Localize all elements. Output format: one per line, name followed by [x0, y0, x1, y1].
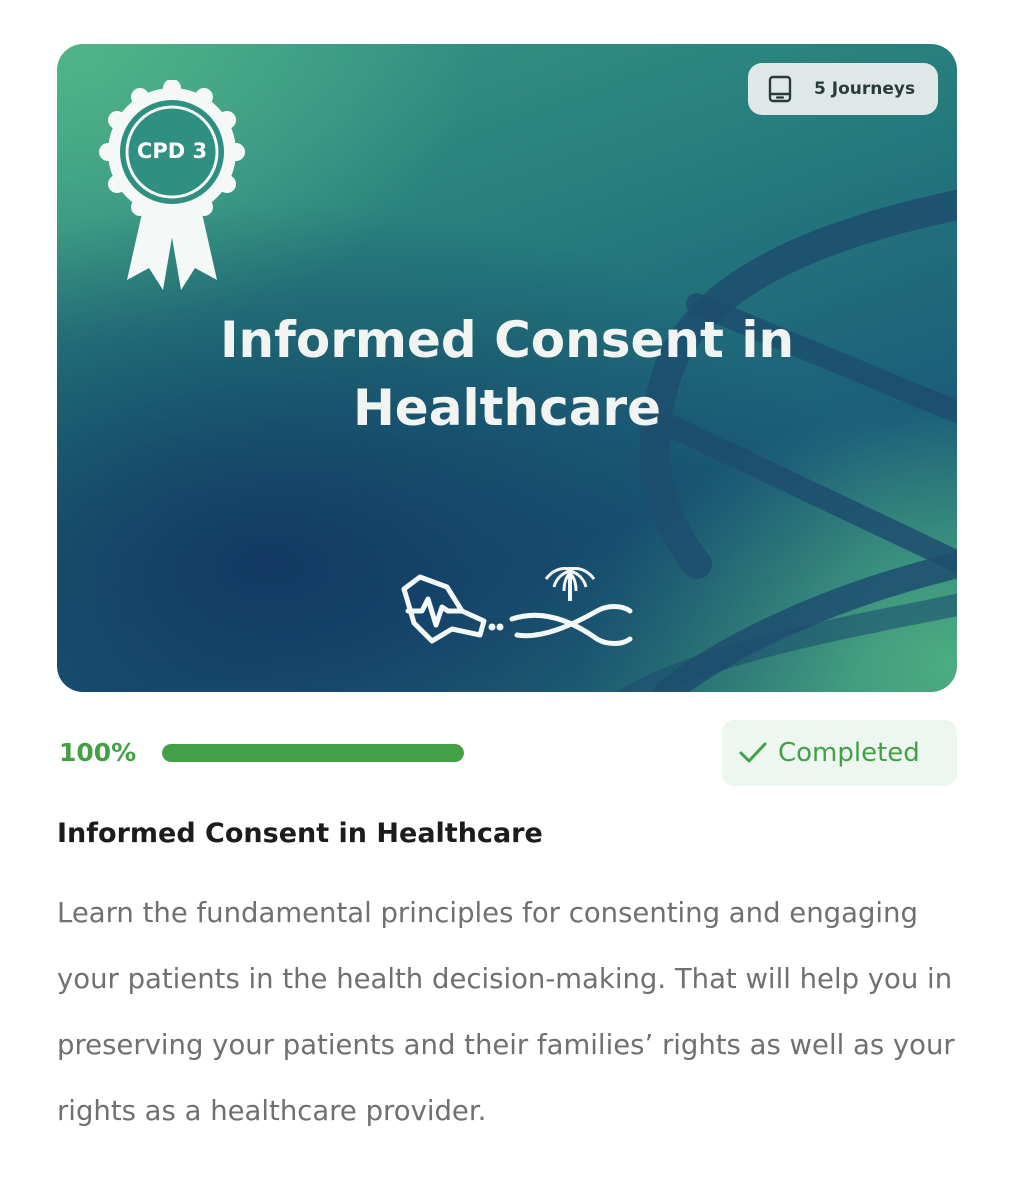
ministry-logos — [401, 567, 633, 646]
tablet-icon — [768, 75, 792, 103]
checkmark-icon — [739, 742, 767, 763]
progress-percent: 100% — [59, 738, 137, 767]
course-banner-image[interactable]: 5 Journeys CPD 3 Informed Consent in Hea… — [57, 44, 957, 692]
cpd-label: CPD 3 — [136, 139, 208, 163]
completed-status-badge: Completed — [722, 720, 957, 786]
journeys-count: 5 Journeys — [814, 79, 916, 99]
banner-title: Informed Consent in Healthcare — [219, 311, 795, 437]
completed-status-label: Completed — [778, 738, 920, 768]
palm-swords-emblem — [488, 567, 633, 646]
progress-bar — [162, 744, 464, 762]
course-description: Learn the fundamental principles for con… — [57, 897, 955, 1127]
journeys-badge[interactable]: 5 Journeys — [748, 63, 938, 115]
progress-bar-fill — [162, 744, 464, 762]
health-map-logo — [401, 574, 487, 644]
course-title[interactable]: Informed Consent in Healthcare — [57, 814, 957, 854]
progress-row: 100% Completed — [57, 720, 957, 786]
award-ribbon-icon — [99, 80, 245, 290]
course-card[interactable]: 5 Journeys CPD 3 Informed Consent in Hea… — [0, 0, 1013, 1200]
